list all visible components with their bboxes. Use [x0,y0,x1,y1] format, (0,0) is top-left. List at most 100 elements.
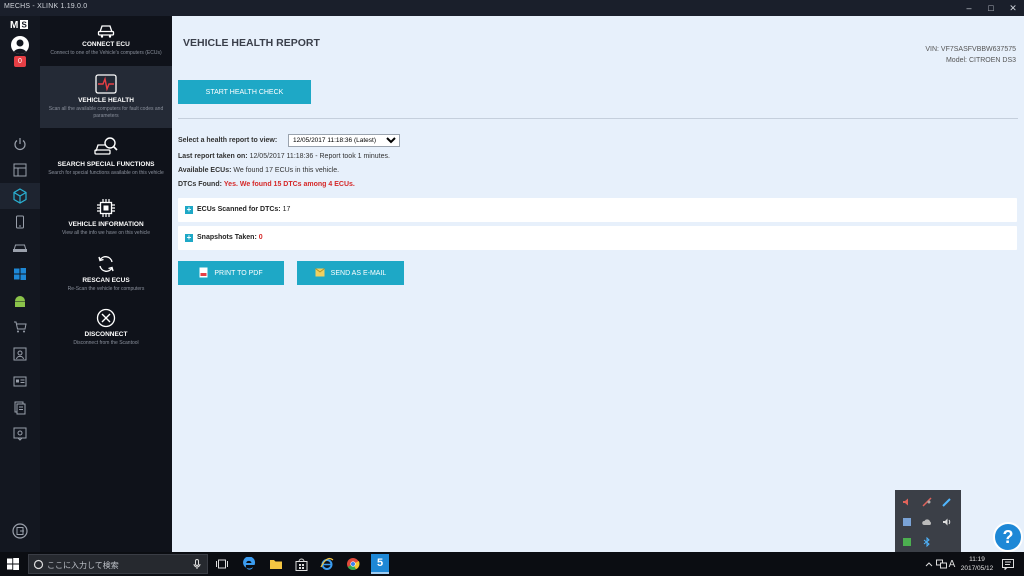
file-explorer-icon[interactable] [268,556,284,572]
snapshots-value: 0 [258,234,263,241]
volume-tray-icon[interactable] [941,516,953,528]
car-search-icon [40,136,172,158]
expand-icon[interactable]: + [185,234,193,242]
model-value: CITROEN DS3 [968,57,1016,64]
chip-icon [40,198,172,218]
menu-item-title: VEHICLE INFORMATION [68,221,144,228]
model-label: Model: [945,57,967,64]
menu-item-desc: Re-Scan the vehicle for computers [67,286,145,292]
task-view-icon[interactable] [214,556,230,572]
car-icon[interactable] [10,238,30,258]
ecus-scanned-value: 17 [282,206,291,213]
phone-icon[interactable] [10,212,30,232]
send-as-email-label: SEND AS E-MAIL [330,269,387,277]
last-report-label: Last report taken on: [178,153,248,160]
select-report-label: Select a health report to view: [178,137,278,144]
menu-item-vehicle-health[interactable]: VEHICLE HEALTH Scan all the available co… [40,66,172,128]
menu-item-vehicle-information[interactable]: VEHICLE INFORMATION View all the info we… [40,198,172,250]
expand-icon[interactable]: + [185,206,193,214]
notification-badge[interactable]: 0 [14,56,26,67]
icon-rail: MS 0 [0,16,40,552]
dtcs-found-value: Yes. We found 15 DTCs among 4 ECUs. [223,181,355,188]
email-icon [314,267,325,279]
disconnect-icon [40,308,172,328]
refresh-icon [40,254,172,274]
select-report-row: Select a health report to view: [178,137,277,144]
pdf-icon [199,267,208,280]
window-title: MECHS - XLINK 1.19.0.0 [4,3,88,10]
minimize-button[interactable]: – [958,0,980,16]
menu-item-desc: Connect to one of the Vehicle's computer… [50,50,162,56]
search-placeholder: ここに入力して検索 [47,561,119,570]
contacts-icon[interactable] [10,344,30,364]
cart-icon[interactable] [10,317,30,337]
vin-value: VF7SASFVBBW637575 [940,46,1016,53]
title-bar: MECHS - XLINK 1.19.0.0 – □ ✕ [0,0,1024,16]
dtcs-found-row: DTCs Found: Yes. We found 15 DTCs among … [178,181,355,188]
clock-time: 11:19 [969,556,985,563]
taskbar: ここに入力して検索 5 A 11:19 2017/05/12 [0,552,1024,576]
help-button[interactable]: ? [993,522,1023,552]
network-tray-icon[interactable] [901,516,913,528]
app-tray-icon[interactable] [901,536,913,548]
menu-item-title: CONNECT ECU [82,41,130,48]
menu-item-disconnect[interactable]: DISCONNECT Disconnect from the Scantool [40,308,172,358]
print-to-pdf-button[interactable]: PRINT TO PDF [178,261,284,285]
documents-icon[interactable] [10,398,30,418]
bluetooth-tray-icon[interactable] [921,536,933,548]
menu-item-rescan-ecus[interactable]: RESCAN ECUS Re-Scan the vehicle for comp… [40,254,172,304]
user-avatar-icon[interactable] [11,36,29,54]
report-select[interactable]: 12/05/2017 11:18:36 (Latest) [288,134,400,147]
taskbar-clock[interactable]: 11:19 2017/05/12 [958,555,996,573]
available-ecus-value: We found 17 ECUs in this vehicle. [233,167,340,174]
cube-icon[interactable] [0,183,40,209]
windows-icon[interactable] [10,264,30,284]
close-button[interactable]: ✕ [1002,0,1024,16]
menu-item-title: DISCONNECT [84,331,128,338]
app-logo: MS [10,18,30,30]
menu-item-search-special-functions[interactable]: SEARCH SPECIAL FUNCTIONS Search for spec… [40,136,172,192]
id-card-icon[interactable] [10,371,30,391]
search-icon [33,559,44,572]
taskbar-search-box[interactable]: ここに入力して検索 [28,554,208,574]
cloud-tray-icon[interactable] [921,516,933,528]
start-health-check-button[interactable]: START HEALTH CHECK [178,80,311,104]
vehicle-info: VIN: VF7SASFVBBW637575 Model: CITROEN DS… [925,44,1016,66]
edge-icon[interactable] [241,556,257,572]
menu-item-desc: Disconnect from the Scantool [73,340,139,346]
chrome-icon[interactable] [345,556,361,572]
power-icon[interactable] [10,134,30,154]
action-center-icon[interactable] [1000,556,1016,572]
ecus-scanned-row: ECUs Scanned for DTCs: 17 [197,206,290,213]
send-as-email-button[interactable]: SEND AS E-MAIL [297,261,404,285]
menu-item-connect-ecu[interactable]: CONNECT ECU Connect to one of the Vehicl… [40,22,172,68]
start-icon[interactable] [5,556,21,572]
menu-item-title: VEHICLE HEALTH [78,97,134,104]
heart-monitor-icon [40,74,172,94]
store-icon[interactable] [293,556,309,572]
ecus-scanned-accordion[interactable]: + ECUs Scanned for DTCs: 17 [178,198,1017,222]
ecus-scanned-label: ECUs Scanned for DTCs: [197,206,281,213]
android-icon[interactable] [10,291,30,311]
pen-tray-icon[interactable] [941,496,953,508]
dashboard-icon[interactable] [10,160,30,180]
maximize-button[interactable]: □ [980,0,1002,16]
vin-label: VIN: [925,46,939,53]
speaker-muted-tray-icon[interactable] [901,496,913,508]
microphone-icon[interactable] [193,559,201,572]
xlink-app-icon[interactable]: 5 [371,554,389,574]
available-ecus-label: Available ECUs: [178,167,232,174]
exit-icon[interactable] [10,521,30,541]
internet-explorer-icon[interactable] [319,556,335,572]
main-panel: VEHICLE HEALTH REPORT VIN: VF7SASFVBBW63… [172,16,1024,552]
snapshots-label: Snapshots Taken: [197,234,257,241]
tool-tray-icon[interactable] [921,496,933,508]
last-report-value: 12/05/2017 11:18:36 - Report took 1 minu… [249,153,390,160]
function-menu: CONNECT ECU Connect to one of the Vehicl… [40,16,172,552]
support-icon[interactable] [10,424,30,444]
last-report-row: Last report taken on: 12/05/2017 11:18:3… [178,153,390,160]
svg-text:S: S [22,21,28,30]
snapshots-accordion[interactable]: + Snapshots Taken: 0 [178,226,1017,250]
divider [178,118,1018,119]
clock-date: 2017/05/12 [960,565,994,572]
